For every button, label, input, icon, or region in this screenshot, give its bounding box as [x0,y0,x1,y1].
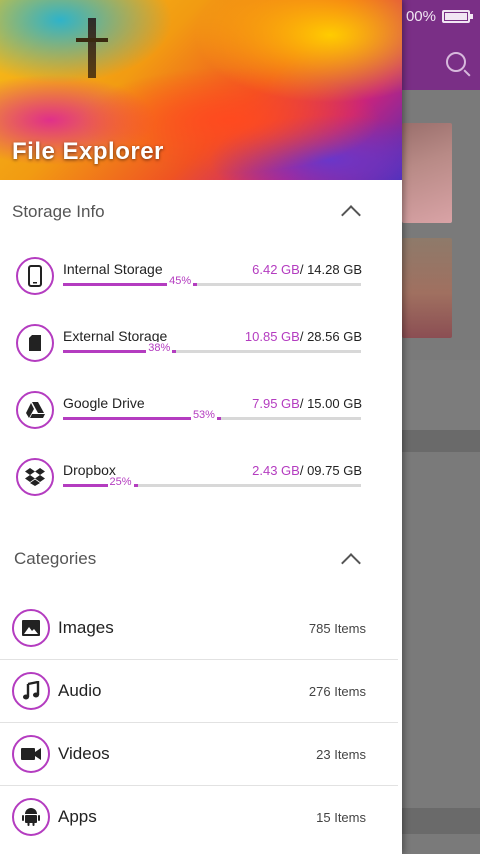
navigation-drawer: File Explorer Storage Info Internal Stor… [0,0,402,854]
storage-name: Internal Storage [63,261,163,277]
progress-percent: 53% [190,409,217,421]
category-label: Images [58,618,114,637]
media-thumbnail[interactable] [402,123,452,223]
storage-used: 7.95 GB [252,396,300,411]
image-icon [12,609,50,647]
smartphone-icon [16,257,54,295]
storage-used: 6.42 GB [252,262,300,277]
google-drive-icon [16,391,54,429]
storage-amount: 10.85 GB/ 28.56 GB [245,329,362,344]
category-label: Audio [58,681,102,700]
status-bar: 00% [405,8,473,25]
category-count: 15 Items [316,810,366,825]
categories-header[interactable]: Categories [0,540,402,580]
battery-icon [442,10,473,23]
storage-info-header[interactable]: Storage Info [0,192,402,232]
drawer-header: File Explorer [0,0,402,180]
storage-progress-bar: 45% [63,275,361,287]
category-item-apps[interactable]: Apps 15 Items [0,787,398,849]
drawer-title: File Explorer [12,138,164,165]
storage-amount: 7.95 GB/ 15.00 GB [252,396,362,411]
storage-used: 2.43 GB [252,463,300,478]
progress-percent: 25% [107,476,134,488]
storage-amount: 2.43 GB/ 09.75 GB [252,463,362,478]
storage-item-dropbox[interactable]: Dropbox 2.43 GB/ 09.75 GB 25% [16,458,366,502]
storage-total: / 28.56 GB [299,329,362,344]
dropbox-icon [16,458,54,496]
content-divider [402,808,480,834]
category-item-audio[interactable]: Audio 276 Items [0,661,398,723]
storage-progress-bar: 25% [63,476,361,488]
storage-total: / 09.75 GB [299,463,362,478]
storage-total: / 15.00 GB [299,396,362,411]
storage-item-google-drive[interactable]: Google Drive 7.95 GB/ 15.00 GB 53% [16,391,366,435]
storage-total: / 14.28 GB [299,262,362,277]
storage-item-external[interactable]: External Storage 10.85 GB/ 28.56 GB 38% [16,324,366,368]
sd-card-icon [16,324,54,362]
category-item-videos[interactable]: Videos 23 Items [0,724,398,786]
progress-percent: 38% [146,342,173,354]
category-count: 785 Items [308,621,366,636]
content-divider [402,430,480,452]
category-label: Videos [58,744,110,763]
storage-item-internal[interactable]: Internal Storage 6.42 GB/ 14.28 GB 45% [16,257,366,301]
search-icon[interactable] [446,52,466,72]
chevron-up-icon[interactable] [341,553,361,573]
storage-name: Google Drive [63,395,145,411]
category-count: 23 Items [316,747,366,762]
music-note-icon [12,672,50,710]
category-label: Apps [58,807,97,826]
progress-percent: 45% [167,275,194,287]
category-count: 276 Items [308,684,366,699]
section-title: Categories [14,549,97,568]
section-title: Storage Info [12,202,105,221]
chevron-up-icon[interactable] [341,205,361,225]
android-icon [12,798,50,836]
header-artwork [76,18,108,78]
storage-used: 10.85 GB [244,329,300,344]
storage-progress-bar: 38% [63,342,361,354]
video-camera-icon [12,735,50,773]
battery-percentage: 00% [405,8,436,25]
storage-progress-bar: 53% [63,409,361,421]
content-divider [402,360,480,430]
storage-amount: 6.42 GB/ 14.28 GB [252,262,362,277]
media-thumbnail[interactable] [402,238,452,338]
category-item-images[interactable]: Images 785 Items [0,598,398,660]
